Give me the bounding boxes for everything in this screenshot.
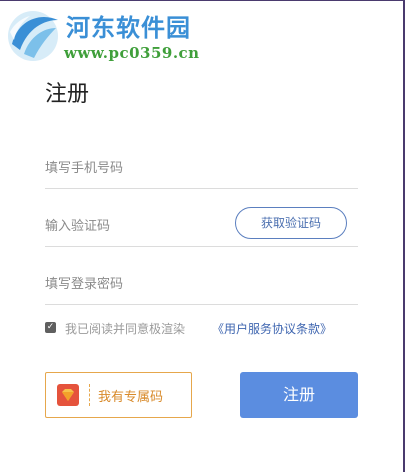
invite-code-label: 我有专属码	[98, 390, 164, 405]
watermark-url: www.pc0359.cn	[64, 44, 200, 62]
watermark-name: 河东软件园	[66, 14, 191, 42]
code-field-row: 获取验证码	[45, 207, 358, 247]
password-field-row	[45, 266, 358, 305]
page-title: 注册	[45, 82, 90, 107]
watermark-logo-icon	[8, 11, 58, 61]
agreement-text: 我已阅读并同意极渲染	[65, 322, 186, 336]
register-button[interactable]: 注册	[240, 372, 358, 418]
window-border-top	[0, 0, 405, 1]
get-code-button[interactable]: 获取验证码	[235, 207, 347, 239]
agreement-checkbox[interactable]: ✓	[45, 322, 56, 333]
verification-code-input[interactable]	[45, 208, 225, 244]
diamond-icon	[62, 389, 74, 401]
invite-code-button[interactable]: 我有专属码	[45, 372, 192, 418]
invite-divider	[89, 384, 90, 406]
invite-badge-icon	[57, 384, 79, 406]
checkmark-icon: ✓	[46, 322, 55, 332]
phone-input[interactable]	[45, 150, 225, 186]
password-input[interactable]	[45, 266, 225, 302]
phone-field-row	[45, 150, 358, 189]
user-agreement-link[interactable]: 《用户服务协议条款》	[212, 320, 332, 337]
